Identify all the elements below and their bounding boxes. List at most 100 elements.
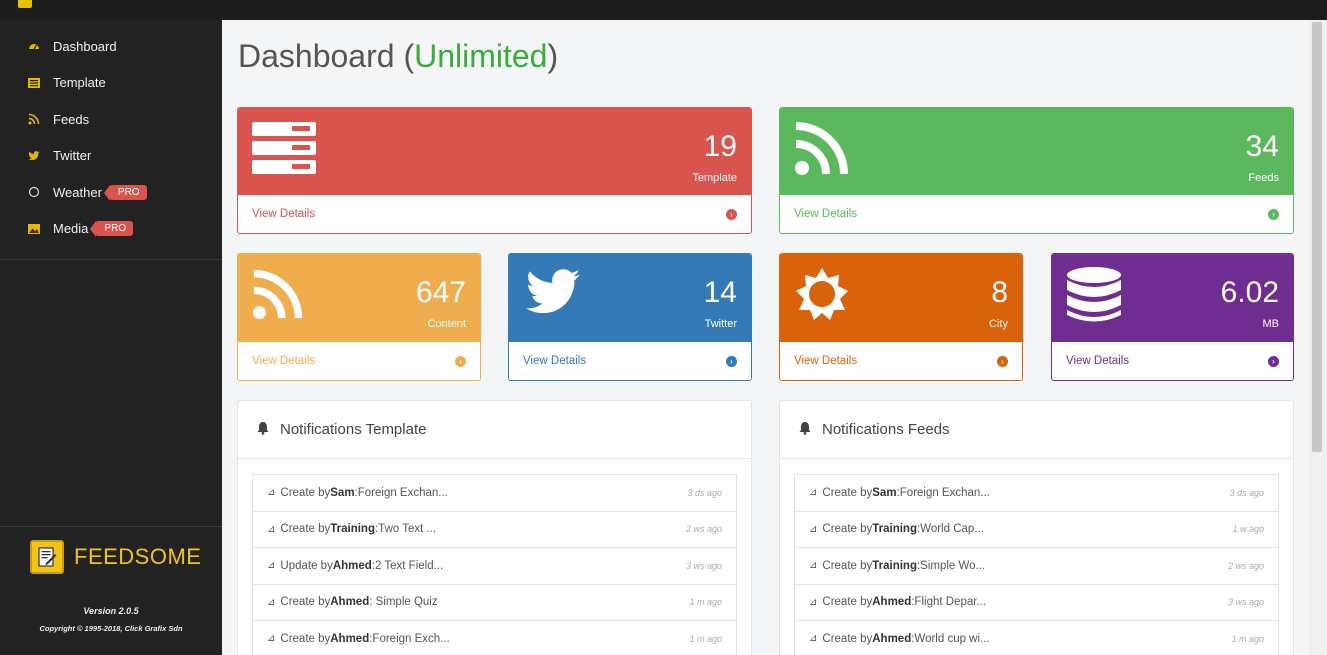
stat-panel-head: 14 Twitter (509, 254, 751, 344)
action-text: Update by (280, 559, 333, 572)
stat-panel-head: 647 Content (238, 254, 480, 344)
list-item[interactable]: ⊿ Create by Ahmed:Foreign Exch... 1 m ago (252, 620, 737, 655)
page-title-text: Dashboard ( (238, 38, 415, 74)
view-details-link[interactable]: View Details › (238, 195, 751, 233)
sidebar-item-label: Twitter (53, 148, 92, 164)
user-name: Ahmed (330, 596, 370, 609)
version-text: Version 2.0.5 (83, 606, 139, 616)
timestamp: 3 ws ago (685, 560, 722, 571)
stat-value: 34 (1245, 130, 1279, 163)
timestamp: 1 w ago (1232, 524, 1264, 535)
rss-icon (28, 113, 40, 125)
item-text: :2 Text Field... (371, 559, 444, 572)
sidebar-menu: Dashboard Template Feeds Twitter Weather (0, 20, 222, 247)
arrow-right-icon: › (997, 355, 1008, 367)
sidebar-item-dashboard[interactable]: Dashboard (0, 28, 222, 65)
vertical-scrollbar[interactable] (1309, 20, 1327, 655)
notifications-feeds-title: Notifications Feeds (822, 421, 950, 438)
list-item[interactable]: ⊿ Create by Ahmed: Simple Quiz 1 m ago (252, 583, 737, 621)
item-text: : Simple Quiz (369, 596, 438, 609)
stat-value: 6.02 (1220, 276, 1279, 309)
arrow-right-icon: › (1268, 208, 1279, 220)
stat-value: 19 (703, 130, 737, 163)
list-item[interactable]: ⊿ Create by Training:Two Text ... 2 ws ag… (252, 510, 737, 548)
action-text: Create by (280, 523, 331, 536)
list-item[interactable]: ⊿ Create by Training:World Cap... 1 w ago (794, 510, 1279, 548)
view-details-link[interactable]: View Details › (780, 342, 1022, 380)
stat-label: Twitter (704, 318, 737, 330)
stat-panel-template: 19 Template View Details › (237, 107, 752, 234)
item-text: :Simple Wo... (916, 559, 986, 572)
rss-icon: ⊿ (809, 633, 818, 645)
item-text: :Two Text ... (374, 523, 437, 536)
rss-icon: ⊿ (809, 487, 818, 499)
stat-value: 647 (415, 276, 466, 309)
action-text: Create by (280, 596, 331, 609)
stat-label: Content (427, 318, 466, 330)
stat-value: 8 (991, 276, 1008, 309)
image-icon (28, 223, 40, 235)
rss-icon: ⊿ (267, 596, 276, 608)
action-text: Create by (280, 632, 331, 645)
item-text: :Foreign Exchan... (354, 486, 448, 499)
action-text: Create by (822, 596, 873, 609)
bell-icon (798, 421, 812, 439)
server-icon (252, 120, 316, 181)
view-details-link[interactable]: View Details › (509, 342, 751, 380)
notifications-template-list: ⊿ Create by Sam:Foreign Exchan... 3 ds ag… (252, 474, 737, 655)
main-content: Dashboard (Unlimited) 19 Template View D… (222, 20, 1309, 655)
rss-icon: ⊿ (267, 487, 276, 499)
sidebar-item-twitter[interactable]: Twitter (0, 138, 222, 175)
list-item[interactable]: ⊿ Create by Sam:Foreign Exchan... 3 ds ag… (252, 474, 737, 512)
view-details-label: View Details (252, 355, 316, 367)
user-name: Ahmed (330, 632, 370, 645)
view-details-link[interactable]: View Details › (238, 342, 480, 380)
stat-panel-head: 8 City (780, 254, 1022, 344)
sidebar-item-media[interactable]: Media PRO (0, 211, 222, 248)
rss-icon: ⊿ (267, 560, 276, 572)
page-title: Dashboard (Unlimited) (238, 38, 558, 75)
list-item[interactable]: ⊿ Create by Sam:Foreign Exchan... 3 ds ag… (794, 474, 1279, 512)
list-item[interactable]: ⊿ Create by Training:Simple Wo... 2 ws ag… (794, 547, 1279, 585)
user-name: Ahmed (872, 596, 912, 609)
template-icon (28, 77, 40, 89)
timestamp: 1 m ago (1231, 633, 1264, 644)
feedsome-logo-icon (30, 540, 64, 574)
page-title-accent: Unlimited (414, 38, 548, 74)
arrow-right-icon: › (455, 355, 466, 367)
view-details-label: View Details (523, 355, 587, 367)
notifications-feeds-list: ⊿ Create by Sam:Foreign Exchan... 3 ds ag… (794, 474, 1279, 655)
timestamp: 1 m ago (689, 597, 722, 608)
user-name: Training (872, 523, 917, 536)
bell-icon (256, 421, 270, 439)
stat-value: 14 (703, 276, 737, 309)
list-item[interactable]: ⊿ Update by Ahmed:2 Text Field... 3 ws ag… (252, 547, 737, 585)
item-text: :World cup wi... (911, 632, 990, 645)
stat-label: Template (692, 172, 737, 184)
sidebar-item-template[interactable]: Template (0, 65, 222, 102)
sidebar-item-label: Dashboard (53, 38, 117, 54)
list-item[interactable]: ⊿ Create by Ahmed:World cup wi... 1 m ago (794, 620, 1279, 655)
view-details-link[interactable]: View Details › (1052, 342, 1293, 380)
sidebar-item-feeds[interactable]: Feeds (0, 101, 222, 138)
sidebar-divider (0, 526, 222, 527)
rss-icon: ⊿ (809, 560, 818, 572)
brand-name: FEEDSOME (74, 544, 202, 569)
notifications-template-panel: Notifications Template ⊿ Create by Sam:Fo… (237, 400, 752, 655)
rss-icon: ⊿ (809, 523, 818, 535)
brand[interactable]: FEEDSOME (30, 540, 201, 574)
list-item[interactable]: ⊿ Create by Ahmed:Flight Depar... 3 ws ag… (794, 583, 1279, 621)
copyright-text: Copyright © 1995-2018, Click Grafix Sdn (39, 624, 183, 633)
pro-badge: PRO (103, 184, 147, 201)
twitter-icon (28, 150, 40, 162)
notifications-template-header: Notifications Template (238, 401, 751, 459)
notifications-template-title: Notifications Template (280, 421, 427, 438)
sidebar-item-weather[interactable]: Weather PRO (0, 174, 222, 211)
rss-icon: ⊿ (267, 633, 276, 645)
scrollbar-thumb[interactable] (1312, 22, 1322, 452)
view-details-label: View Details (794, 355, 858, 367)
user-name: Ahmed (332, 559, 372, 572)
user-name: Ahmed (872, 632, 912, 645)
view-details-link[interactable]: View Details › (780, 195, 1293, 233)
weather-icon (28, 186, 40, 198)
